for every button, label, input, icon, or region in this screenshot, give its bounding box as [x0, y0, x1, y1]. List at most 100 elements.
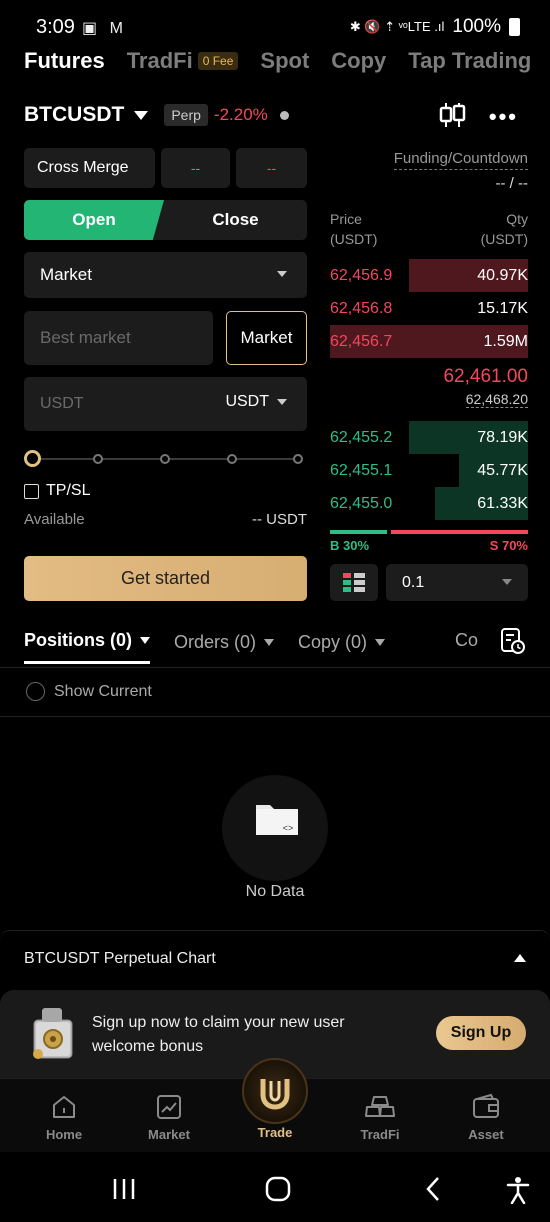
empty-folder-icon: <> — [256, 805, 298, 835]
tab-orders[interactable]: Orders (0) — [174, 630, 275, 664]
amount-unit-label: USDT — [225, 393, 269, 410]
recent-apps-icon[interactable] — [112, 1178, 136, 1200]
orderbook-layout-button[interactable] — [330, 564, 378, 601]
symbol-dropdown-icon[interactable] — [134, 110, 149, 120]
sell-ratio-label: S 70% — [489, 538, 528, 553]
funding-countdown[interactable]: Funding/Countdown -- / -- — [378, 150, 528, 192]
slider-tick-25[interactable] — [93, 454, 103, 464]
ask-qty: 15.17K — [477, 299, 528, 317]
slider-tick-75[interactable] — [227, 454, 237, 464]
bid-price: 62,455.2 — [330, 428, 393, 446]
notification-icons: ▣ M — [82, 20, 127, 37]
ask-row[interactable]: 62,456.7 1.59M — [330, 325, 528, 358]
chevron-down-icon — [277, 399, 287, 405]
trade-logo-button[interactable] — [242, 1058, 308, 1124]
symbol-name[interactable]: BTCUSDT — [24, 103, 124, 127]
order-history-icon[interactable] — [500, 627, 526, 655]
chevron-down-icon — [375, 638, 386, 646]
buy-ratio-fill — [330, 530, 388, 534]
more-options-icon[interactable]: ••• — [489, 104, 518, 130]
show-current-radio[interactable] — [26, 682, 45, 701]
empty-state-text: No Data — [245, 883, 305, 900]
price-header: Price (USDT) — [330, 209, 377, 249]
chevron-down-icon — [277, 271, 287, 277]
chevron-up-icon[interactable] — [514, 954, 526, 962]
depth-step-select[interactable]: 0.1 — [386, 564, 528, 601]
nav-asset[interactable]: Asset — [441, 1093, 531, 1142]
price-input[interactable]: Best market — [24, 311, 213, 365]
get-started-button[interactable]: Get started — [24, 556, 307, 601]
symbol-row: BTCUSDT Perp -2.20% ••• — [24, 100, 528, 130]
available-value: -- USDT — [252, 511, 307, 528]
nav-market[interactable]: Market — [124, 1093, 214, 1142]
leverage-long-button[interactable]: -- — [161, 148, 230, 188]
fee-badge: 0 Fee — [197, 52, 239, 70]
ask-row[interactable]: 62,456.9 40.97K — [330, 259, 528, 292]
tab-copy[interactable]: Copy — [331, 48, 386, 74]
slider-tick-50[interactable] — [160, 454, 170, 464]
slider-tick-100[interactable] — [293, 454, 303, 464]
show-current-toggle[interactable]: Show Current — [26, 682, 152, 701]
open-tab[interactable]: Open — [24, 200, 164, 240]
slider-knob[interactable] — [24, 450, 41, 467]
amount-slider[interactable] — [24, 449, 307, 469]
nav-tradfi[interactable]: TradFi — [335, 1093, 425, 1142]
open-close-toggle: Open Close — [24, 200, 307, 240]
bid-price: 62,455.1 — [330, 461, 393, 479]
chart-panel-header[interactable]: BTCUSDT Perpetual Chart — [0, 930, 550, 986]
bid-qty: 61.33K — [477, 494, 528, 512]
tab-copy-positions[interactable]: Copy (0) — [298, 630, 386, 664]
nav-market-label: Market — [148, 1127, 190, 1142]
bid-row[interactable]: 62,455.1 45.77K — [330, 454, 528, 487]
accessibility-icon[interactable] — [506, 1176, 530, 1204]
tab-tap-trading[interactable]: Tap Trading — [408, 48, 531, 74]
tpsl-toggle[interactable]: TP/SL — [24, 482, 90, 500]
tab-tradfi[interactable]: TradFi 0 Fee — [127, 48, 239, 74]
svg-text:<>: <> — [283, 824, 294, 834]
amount-input[interactable]: USDT USDT — [24, 377, 307, 431]
funding-label: Funding/Countdown — [393, 150, 528, 170]
last-price[interactable]: 62,461.00 — [330, 366, 528, 388]
nav-home-label: Home — [45, 1127, 83, 1142]
bid-row[interactable]: 62,455.0 61.33K — [330, 487, 528, 520]
nav-trade[interactable]: Trade — [230, 1125, 320, 1140]
tpsl-checkbox[interactable] — [24, 483, 39, 499]
tab-spot[interactable]: Spot — [260, 48, 309, 74]
amount-unit-select[interactable]: USDT — [225, 393, 287, 411]
market-chart-icon — [157, 1095, 181, 1119]
chevron-down-icon — [264, 638, 275, 646]
ask-row[interactable]: 62,456.8 15.17K — [330, 292, 528, 325]
bid-qty: 78.19K — [477, 428, 528, 446]
nav-home[interactable]: Home — [19, 1093, 109, 1142]
tab-tradfi-label: TradFi — [126, 48, 193, 73]
price-header-unit: (USDT) — [330, 231, 378, 247]
candlestick-chart-icon[interactable] — [438, 102, 466, 128]
tab-positions[interactable]: Positions (0) — [24, 630, 151, 664]
close-tab[interactable]: Close — [164, 200, 307, 240]
tab-positions-label: Positions (0) — [24, 630, 133, 650]
order-type-select[interactable]: Market — [24, 252, 307, 298]
nav-asset-label: Asset — [468, 1127, 504, 1142]
status-time: 3:09 — [36, 16, 75, 38]
status-right: ✱ 🔇 ⇡ ᵛᵒLTE .ıl 100% — [350, 16, 520, 38]
mark-price-value: 62,468.20 — [465, 391, 528, 408]
gold-bars-icon — [365, 1096, 395, 1117]
tab-futures[interactable]: Futures — [24, 48, 105, 74]
home-button-icon[interactable] — [265, 1176, 291, 1202]
back-icon[interactable] — [424, 1176, 442, 1202]
tab-orders-label: Orders (0) — [174, 631, 257, 652]
sign-up-button[interactable]: Sign Up — [436, 1016, 526, 1050]
home-icon — [53, 1096, 75, 1118]
market-price-button[interactable]: Market — [226, 311, 307, 365]
tab-truncated[interactable]: Co — [455, 630, 478, 651]
available-balance: Available -- USDT — [24, 511, 307, 528]
sell-ratio-fill — [391, 530, 528, 534]
margin-mode-button[interactable]: Cross Merge — [24, 148, 155, 188]
divider — [0, 716, 550, 717]
ask-qty: 40.97K — [477, 266, 528, 284]
bid-row[interactable]: 62,455.2 78.19K — [330, 421, 528, 454]
leverage-short-button[interactable]: -- — [236, 148, 307, 188]
ask-price: 62,456.7 — [330, 332, 393, 350]
chevron-down-icon — [502, 579, 512, 585]
buy-sell-labels: B 30% S 70% — [330, 538, 528, 553]
